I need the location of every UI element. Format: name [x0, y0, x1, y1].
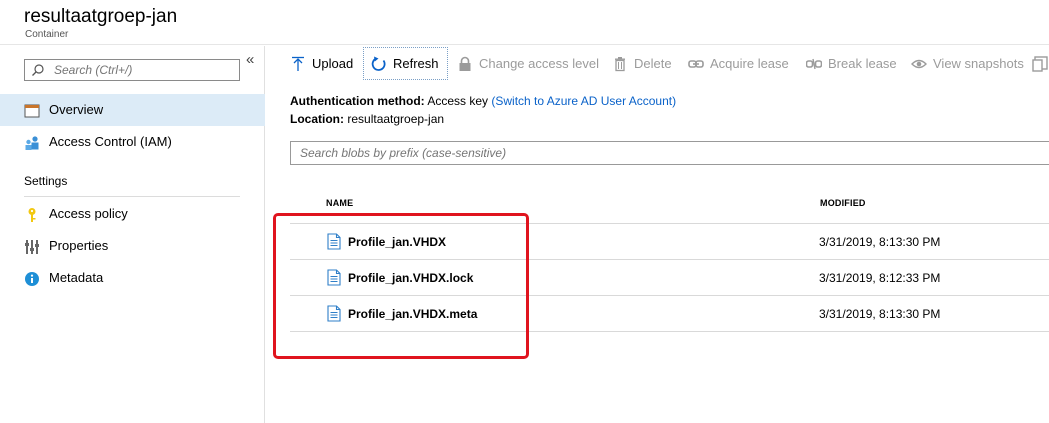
blob-modified: 3/31/2019, 8:12:33 PM: [819, 271, 941, 285]
location-line: Location: resultaatgroep-jan: [290, 112, 444, 126]
refresh-icon: [371, 56, 386, 71]
sidebar-item-label: Access Control (IAM): [49, 134, 172, 149]
sidebar-item-label: Properties: [49, 238, 109, 253]
sidebar-item-metadata[interactable]: Metadata: [0, 262, 265, 294]
highlight-annotation-box: [273, 213, 529, 359]
sidebar-item-label: Overview: [49, 102, 104, 117]
sidebar-item-access-policy[interactable]: Access policy: [0, 198, 265, 230]
chain-link-icon: [688, 59, 704, 68]
change-access-level-button[interactable]: Change access level: [457, 47, 599, 80]
break-lease-button[interactable]: Break lease: [806, 47, 897, 80]
upload-button[interactable]: Upload: [290, 47, 353, 80]
search-icon: [32, 64, 44, 76]
more-commands-button[interactable]: [1032, 47, 1049, 80]
upload-icon: [292, 56, 304, 71]
info-icon: [25, 272, 39, 286]
trash-icon: [615, 56, 625, 71]
sidebar-item-access-control[interactable]: Access Control (IAM): [0, 126, 265, 158]
location-value: resultaatgroep-jan: [347, 112, 445, 126]
break-lease-label: Break lease: [828, 56, 897, 71]
collapse-sidebar-icon[interactable]: «: [246, 51, 254, 68]
refresh-label: Refresh: [393, 56, 439, 71]
sidebar-item-label: Access policy: [49, 206, 128, 221]
page-subtitle: Container: [25, 29, 69, 40]
blob-search[interactable]: [290, 141, 1049, 165]
view-snapshots-button[interactable]: View snapshots: [911, 47, 1024, 80]
divider: [24, 196, 240, 197]
upload-label: Upload: [312, 56, 354, 71]
people-icon: [25, 136, 39, 150]
container-overview-icon: [24, 104, 40, 118]
blob-modified: 3/31/2019, 8:13:30 PM: [819, 235, 941, 249]
column-header-modified[interactable]: MODIFIED: [820, 198, 866, 208]
column-header-name[interactable]: NAME: [326, 198, 353, 208]
blade-header: resultaatgroep-jan Container: [0, 0, 1049, 45]
broken-link-icon: [806, 58, 822, 69]
refresh-button[interactable]: Refresh: [363, 47, 448, 80]
acquire-lease-label: Acquire lease: [710, 56, 789, 71]
view-snapshots-label: View snapshots: [933, 56, 1024, 71]
sidebar-item-properties[interactable]: Properties: [0, 230, 265, 262]
delete-button[interactable]: Delete: [612, 47, 672, 80]
sliders-icon: [25, 240, 39, 254]
location-label: Location:: [290, 112, 344, 126]
change-access-level-label: Change access level: [479, 56, 599, 71]
command-bar: Upload Refresh Change access level Delet…: [266, 46, 1049, 82]
blob-search-input[interactable]: [300, 143, 1040, 163]
auth-method-value: Access key: [427, 94, 489, 108]
auth-method-label: Authentication method:: [290, 94, 425, 108]
sidebar-search-input[interactable]: [54, 61, 234, 79]
delete-label: Delete: [634, 56, 672, 71]
blob-modified: 3/31/2019, 8:13:30 PM: [819, 307, 941, 321]
key-icon: [28, 208, 36, 222]
sidebar-search[interactable]: [24, 59, 240, 81]
page-title: resultaatgroep-jan: [24, 6, 178, 27]
auth-method-line: Authentication method: Access key (Switc…: [290, 94, 676, 108]
settings-section-label: Settings: [24, 174, 68, 188]
eye-icon: [911, 59, 927, 68]
lock-icon: [459, 56, 471, 71]
acquire-lease-button[interactable]: Acquire lease: [688, 47, 789, 80]
switch-auth-link[interactable]: (Switch to Azure AD User Account): [491, 94, 676, 108]
sidebar: « Overview Access Control (IAM) Settings…: [0, 46, 265, 423]
sidebar-item-overview[interactable]: Overview: [0, 94, 265, 126]
snapshot-icon: [1032, 55, 1048, 72]
sidebar-item-label: Metadata: [49, 270, 104, 285]
